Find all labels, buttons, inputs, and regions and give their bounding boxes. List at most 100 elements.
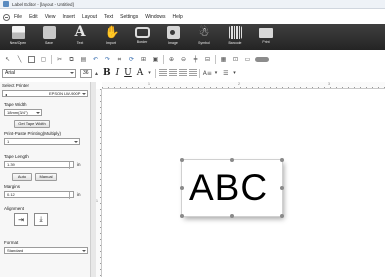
print-button[interactable]: Print [253,24,279,50]
tape-width-select[interactable]: 18mm(3/4") [4,109,42,116]
line-spacing-dropdown[interactable]: ▾ [233,70,236,76]
size-up-icon[interactable]: ▴ [94,69,99,78]
barcode-icon [228,26,242,39]
resize-handle[interactable] [180,186,184,190]
label-text[interactable]: ABC [189,166,268,209]
tape-label[interactable]: ABC [180,158,284,218]
zoom-in-icon[interactable]: ⊕ [167,55,176,64]
rotate-icon[interactable]: ⟳ [127,55,136,64]
distribute-icon[interactable]: ▦ [219,55,228,64]
alignment-label: Alignment [4,206,25,211]
app-menu-icon[interactable] [3,13,10,21]
tape-length-unit: in [77,162,81,167]
printer-nav-icon: ◂ [5,92,8,97]
align-vertical-button[interactable]: ⤓ [34,213,48,226]
align-left-icon[interactable] [158,69,167,77]
spinner-icon[interactable] [69,162,73,169]
print-paste-select[interactable]: 1 [4,138,80,145]
menu-insert[interactable]: Insert [62,14,75,20]
justify-icon[interactable] [188,69,197,77]
menu-edit[interactable]: Edit [29,14,38,20]
copy-icon[interactable]: ⧉ [67,55,76,64]
margins-value: 0.12 [7,192,15,197]
printer-select[interactable]: ◂ EPSON LW-900P [2,90,88,97]
undo-icon[interactable]: ↶ [91,55,100,64]
resize-handle[interactable] [180,158,184,162]
align-center-icon[interactable]: ╪ [191,55,200,64]
app-icon [3,1,9,7]
ribbon-toolbar: New/Open Save A Text ✋ Import Border Ima… [0,24,385,50]
menu-settings[interactable]: Settings [120,14,138,20]
save-button[interactable]: Save [36,24,62,50]
align-object-icon[interactable]: ⊟ [203,55,212,64]
resize-handle[interactable] [280,158,284,162]
margins-field[interactable]: 0.12 [4,191,74,199]
separator [163,54,164,64]
tape-width-value: 18mm(3/4") [7,110,28,115]
pointer-icon[interactable]: ↖ [3,55,12,64]
zoom-out-icon[interactable]: ⊖ [179,55,188,64]
format-label: Format [4,240,19,245]
print-paste-value: 1 [7,139,10,144]
editing-canvas[interactable]: ABC [102,89,385,277]
underline-button[interactable]: U [124,68,132,78]
italic-button[interactable]: I [116,68,120,78]
import-icon: ✋ [104,25,120,39]
separator [198,68,200,78]
arrange-icon[interactable]: ⊞ [139,55,148,64]
import-button[interactable]: ✋ Import [98,24,124,50]
spinner-icon[interactable] [69,192,73,199]
redo-icon[interactable]: ↷ [103,55,112,64]
rectangle-icon[interactable] [28,55,35,63]
chevron-down-icon [82,250,86,252]
format-select[interactable]: Standard [4,247,88,254]
ruler-mark: 3 [328,82,330,86]
resize-handle[interactable] [280,214,284,218]
menu-text[interactable]: Text [104,14,113,20]
font-color-dropdown[interactable]: ▾ [148,70,151,76]
layer-icon[interactable]: ▣ [151,55,160,64]
font-color-button[interactable]: A [137,68,144,78]
menu-layout[interactable]: Layout [82,14,97,20]
image-button[interactable]: Image [160,24,186,50]
font-size-field[interactable]: 36 [80,68,92,78]
align-center-text-icon[interactable] [168,69,177,77]
text-spacing-dropdown[interactable]: ▾ [215,70,218,76]
menu-windows[interactable]: Windows [145,14,165,20]
resize-handle[interactable] [280,186,284,190]
frame-icon[interactable]: ▢ [39,55,48,64]
group-icon[interactable]: ⊡ [231,55,240,64]
new-open-button[interactable]: New/Open [5,24,31,50]
border-button[interactable]: Border [129,24,155,50]
symbol-button[interactable]: ☃ Symbol [191,24,217,50]
crop-icon[interactable]: ⌗ [115,55,124,64]
toggle-icon[interactable] [255,56,269,62]
auto-button[interactable]: Auto [12,173,32,181]
line-spacing-icon[interactable]: ☰ [221,69,230,78]
print-label: Print [262,40,270,44]
text-button[interactable]: A Text [67,24,93,50]
barcode-button[interactable]: Barcode [222,24,248,50]
get-tape-width-button[interactable]: Get Tape Width [14,120,50,128]
new-open-label: New/Open [9,41,27,45]
tape-length-field[interactable]: 1.39 [4,161,74,169]
cut-icon[interactable]: ✂ [55,55,64,64]
resize-handle[interactable] [230,158,234,162]
line-icon[interactable]: ╲ [15,55,24,64]
resize-handle[interactable] [180,214,184,218]
tape-width-label: Tape Width [4,102,27,107]
text-spacing-icon[interactable]: A≡ [203,69,212,78]
bold-button[interactable]: B [103,68,111,78]
menu-view[interactable]: View [45,14,56,20]
font-select[interactable]: Arial [2,68,76,78]
resize-handle[interactable] [230,214,234,218]
ungroup-icon[interactable]: ▭ [243,55,252,64]
align-horizontal-button[interactable]: ⇥ [14,213,28,226]
ruler-mark: 2 [238,82,240,86]
align-right-icon[interactable] [178,69,187,77]
menu-file[interactable]: File [14,14,22,20]
border-icon [134,27,150,38]
menu-help[interactable]: Help [173,14,183,20]
manual-button[interactable]: Manual [35,173,57,181]
paste-icon[interactable]: ▤ [79,55,88,64]
